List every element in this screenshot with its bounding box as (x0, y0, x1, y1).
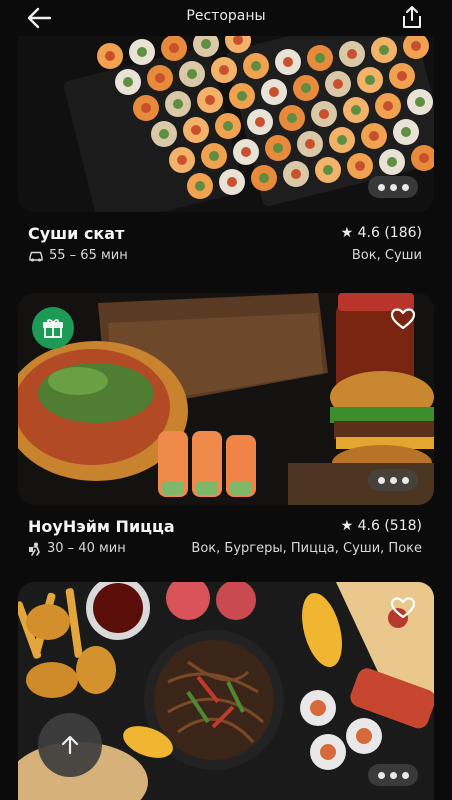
carousel-indicator (368, 469, 418, 491)
sushi-filling (141, 103, 151, 113)
sushi-filling (319, 109, 329, 119)
gift-badge[interactable] (32, 307, 74, 349)
arrow-up-icon (61, 735, 79, 755)
sushi-filling (355, 161, 365, 171)
restaurant-name: Суши скат (28, 224, 125, 243)
sushi-filling (291, 169, 301, 179)
sushi-filling (305, 139, 315, 149)
top-bar: Рестораны (0, 0, 452, 36)
restaurant-info: НоуНэйм Пицца ★ 4.6 (518) 30 – 40 мин Во… (18, 505, 434, 557)
sushi-filling (383, 101, 393, 111)
carousel-indicator (368, 176, 418, 198)
share-icon[interactable] (400, 4, 424, 30)
sushi-filling (251, 61, 261, 71)
sushi-filling (105, 51, 115, 61)
gift-icon (43, 319, 63, 338)
sushi-filling (195, 181, 205, 191)
sushi-filling (269, 87, 279, 97)
sushi-filling (201, 39, 211, 49)
sushi-filling (379, 45, 389, 55)
restaurant-info: Суши скат ★ 4.6 (186) 55 – 65 мин Вок, С… (18, 212, 434, 264)
sushi-filling (365, 75, 375, 85)
sushi-filling (323, 165, 333, 175)
sushi-filling (369, 131, 379, 141)
restaurant-card[interactable]: НоуНэйм Пицца ★ 4.6 (518) 30 – 40 мин Во… (18, 293, 434, 557)
restaurant-rating: ★ 4.6 (186) (340, 225, 422, 241)
sushi-filling (351, 105, 361, 115)
sushi-filling (123, 77, 133, 87)
sushi-filling (187, 69, 197, 79)
sushi-filling (387, 157, 397, 167)
sushi-filling (273, 143, 283, 153)
sushi-filling (333, 79, 343, 89)
sushi-filling (315, 53, 325, 63)
restaurant-name: НоуНэйм Пицца (28, 517, 175, 536)
sushi-filling (219, 65, 229, 75)
car-icon (29, 251, 43, 261)
heart-icon[interactable] (390, 307, 416, 331)
sushi-filling (259, 173, 269, 183)
sushi-filling (347, 49, 357, 59)
sushi-filling (209, 151, 219, 161)
carousel-indicator (368, 764, 418, 786)
delivery-time: 55 – 65 мин (28, 248, 128, 263)
delivery-time-label: 55 – 65 мин (49, 248, 128, 263)
heart-icon[interactable] (390, 596, 416, 620)
sushi-filling (411, 41, 421, 51)
sushi-filling (301, 83, 311, 93)
sushi-filling (241, 147, 251, 157)
sushi-filling (419, 153, 429, 163)
sushi-filling (173, 99, 183, 109)
page-title: Рестораны (186, 8, 266, 24)
restaurant-rating: ★ 4.6 (518) (340, 518, 422, 534)
sushi-filling (401, 127, 411, 137)
sushi-filling (191, 125, 201, 135)
delivery-time: 30 – 40 мин (28, 541, 126, 556)
delivery-time-label: 30 – 40 мин (47, 541, 126, 556)
restaurant-photo[interactable] (18, 36, 434, 212)
sushi-filling (337, 135, 347, 145)
sushi-filling (155, 73, 165, 83)
sushi-filling (159, 129, 169, 139)
restaurant-photo[interactable] (18, 293, 434, 505)
sushi-filling (223, 121, 233, 131)
cuisine-tags: Вок, Суши (351, 248, 422, 263)
sushi-filling (137, 47, 147, 57)
sushi-filling (177, 155, 187, 165)
sushi-filling (255, 117, 265, 127)
sushi-filling (415, 97, 425, 107)
scroll-to-top-button[interactable] (38, 713, 102, 777)
cuisine-tags: Вок, Бургеры, Пицца, Суши, Поке (191, 541, 422, 556)
sushi-filling (237, 91, 247, 101)
sushi-filling (397, 71, 407, 81)
sushi-filling (169, 43, 179, 53)
sushi-filling (227, 177, 237, 187)
courier-icon (29, 542, 40, 556)
sushi-filling (287, 113, 297, 123)
sushi-filling (283, 57, 293, 67)
restaurant-card[interactable]: Суши скат ★ 4.6 (186) 55 – 65 мин Вок, С… (18, 36, 434, 264)
sushi-filling (205, 95, 215, 105)
